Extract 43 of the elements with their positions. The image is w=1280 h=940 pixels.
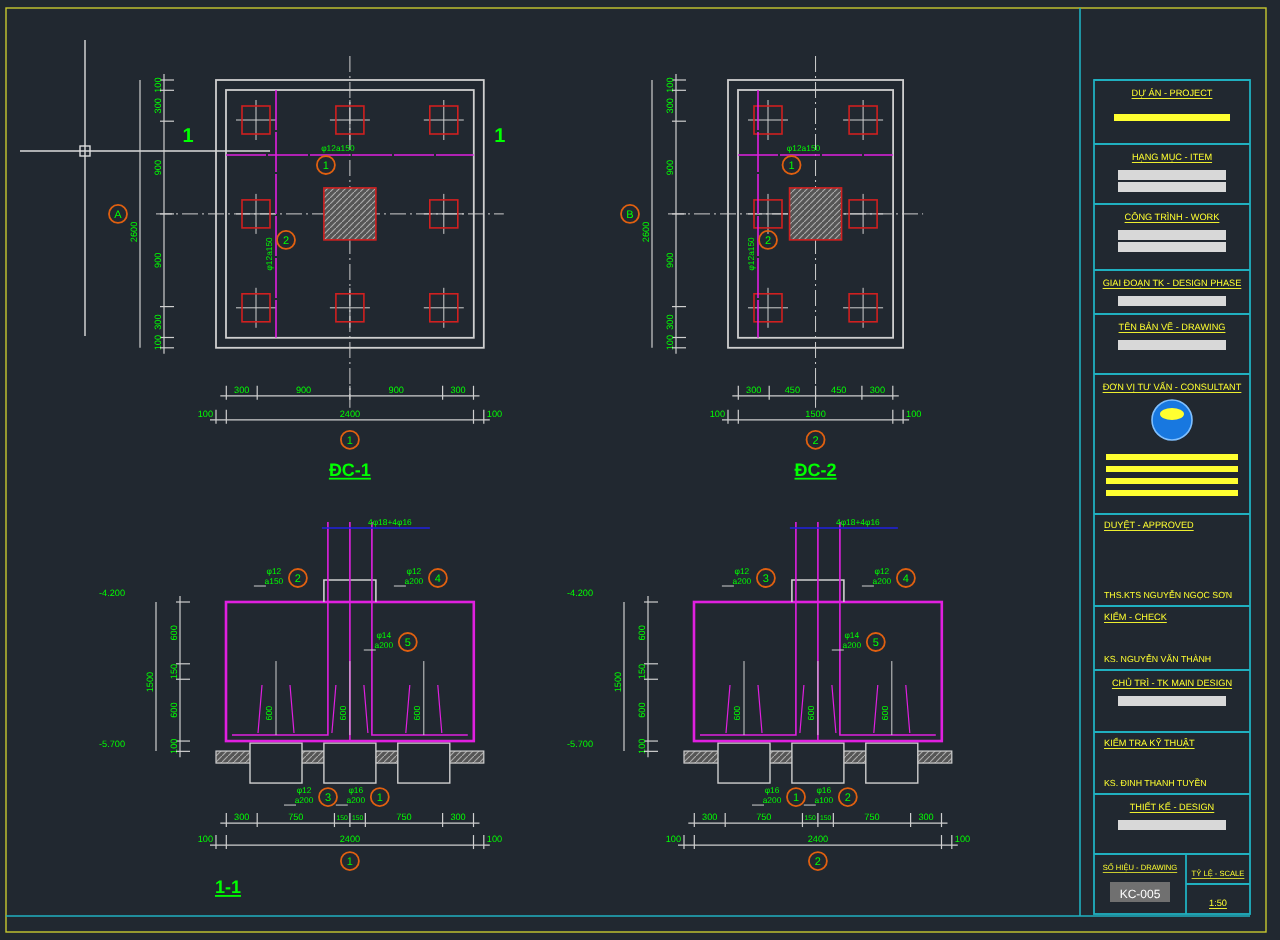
consultant-logo-icon: [1151, 399, 1193, 441]
illegible-text-bar: [1118, 340, 1226, 350]
section-mark: 1: [494, 126, 506, 148]
illegible-text-bar: [1106, 478, 1238, 484]
stirrup-drawing: [331, 684, 369, 734]
section-title: 1-1: [215, 877, 241, 898]
crosshair-cursor-icon: [19, 39, 271, 337]
column-hatch: [788, 187, 843, 241]
pile-outline: [335, 293, 365, 323]
pile-outline: [429, 293, 459, 323]
pile-outline: [241, 199, 271, 229]
pedestal-outline: [791, 579, 845, 603]
illegible-text-bar: [1114, 114, 1230, 121]
section-mark: 1: [182, 126, 194, 148]
illegible-text-bar: [1106, 454, 1238, 460]
stirrup-drawing: [405, 684, 443, 734]
pile-outline: [753, 293, 783, 323]
pile-outline: [753, 199, 783, 229]
pedestal-outline: [323, 579, 377, 603]
illegible-text-bar: [1106, 490, 1238, 496]
pile-outline: [429, 199, 459, 229]
pile-outline: [241, 293, 271, 323]
pile-outline: [848, 199, 878, 229]
illegible-text-bar: [1118, 696, 1226, 706]
illegible-text-bar: [1118, 296, 1226, 306]
pile-outline: [429, 105, 459, 135]
drawing-number-highlight: [1110, 882, 1170, 902]
pile-outline: [241, 105, 271, 135]
column-hatch: [323, 187, 377, 241]
plan-title: ĐC-1: [328, 459, 371, 480]
leader-line: [321, 527, 431, 529]
illegible-text-bar: [1118, 820, 1226, 830]
stirrup-drawing: [873, 684, 911, 734]
stirrup-drawing: [725, 684, 763, 734]
pile-outline: [848, 293, 878, 323]
pile-outline: [335, 105, 365, 135]
pile-outline: [848, 105, 878, 135]
illegible-text-bar: [1106, 466, 1238, 472]
leader-line: [789, 527, 899, 529]
plan-title: ĐC-2: [794, 459, 837, 480]
stirrup-drawing: [257, 684, 295, 734]
pile-outline: [753, 105, 783, 135]
stirrup-drawing: [799, 684, 837, 734]
